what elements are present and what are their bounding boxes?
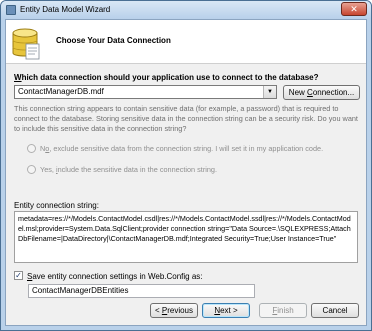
- window-title: Entity Data Model Wizard: [20, 5, 111, 14]
- radio-yes-text: nclude the sensitive data in the connect…: [57, 165, 218, 174]
- radio-button-icon[interactable]: [27, 143, 36, 153]
- entity-connection-string[interactable]: metadata=res://*/Models.ContactModel.csd…: [14, 211, 358, 263]
- radio-button-icon[interactable]: [27, 164, 36, 174]
- previous-prefix: <: [154, 306, 162, 315]
- close-button[interactable]: ✕: [341, 2, 367, 16]
- connection-question: Which data connection should your applic…: [14, 73, 318, 82]
- checkmark-icon: ✓: [15, 271, 22, 281]
- wizard-app-icon: [6, 5, 16, 15]
- finish-button[interactable]: Finish: [259, 303, 307, 318]
- wizard-body: Choose Your Data Connection Which data c…: [5, 19, 367, 326]
- previous-button[interactable]: < Previous: [150, 303, 198, 318]
- question-accel: W: [14, 73, 22, 82]
- database-icon: [12, 28, 40, 60]
- header-band: Choose Your Data Connection: [6, 20, 366, 64]
- connection-dropdown[interactable]: ContactManagerDB.mdf ▼: [14, 85, 277, 99]
- save-settings-label: ave entity connection settings in Web.Co…: [32, 272, 203, 281]
- save-settings-checkbox[interactable]: ✓: [14, 271, 23, 281]
- page-title: Choose Your Data Connection: [56, 36, 171, 45]
- new-connection-prefix: New: [288, 88, 308, 97]
- question-text: hich data connection should your applica…: [21, 73, 319, 82]
- entity-connection-label: Entity connection string:: [14, 201, 99, 210]
- previous-rest: revious: [167, 306, 194, 315]
- sensitive-data-warning: This connection string appears to contai…: [14, 104, 358, 133]
- connection-dropdown-value: ContactManagerDB.mdf: [18, 87, 104, 96]
- radio-exclude-sensitive[interactable]: No, exclude sensitive data from the conn…: [27, 143, 324, 154]
- title-bar: Entity Data Model Wizard ✕: [1, 1, 371, 19]
- entities-name-field[interactable]: ContactManagerDBEntities: [28, 284, 255, 298]
- next-rest: ext >: [220, 306, 238, 315]
- new-connection-button[interactable]: New Connection...: [283, 85, 360, 100]
- chevron-down-icon[interactable]: ▼: [263, 86, 276, 98]
- close-icon: ✕: [350, 4, 358, 14]
- wizard-window: Entity Data Model Wizard ✕ Choose Your D…: [0, 0, 372, 331]
- next-button[interactable]: Next >: [202, 303, 250, 318]
- cancel-button[interactable]: Cancel: [311, 303, 359, 318]
- new-connection-rest: onnection...: [312, 88, 355, 97]
- radio-no-text: , exclude sensitive data from the connec…: [49, 144, 324, 153]
- finish-rest: inish: [277, 306, 294, 315]
- radio-include-sensitive[interactable]: Yes, include the sensitive data in the c…: [27, 164, 218, 175]
- radio-yes-prefix: Yes,: [40, 165, 56, 174]
- save-settings-row[interactable]: ✓ Save entity connection settings in Web.…: [14, 271, 203, 282]
